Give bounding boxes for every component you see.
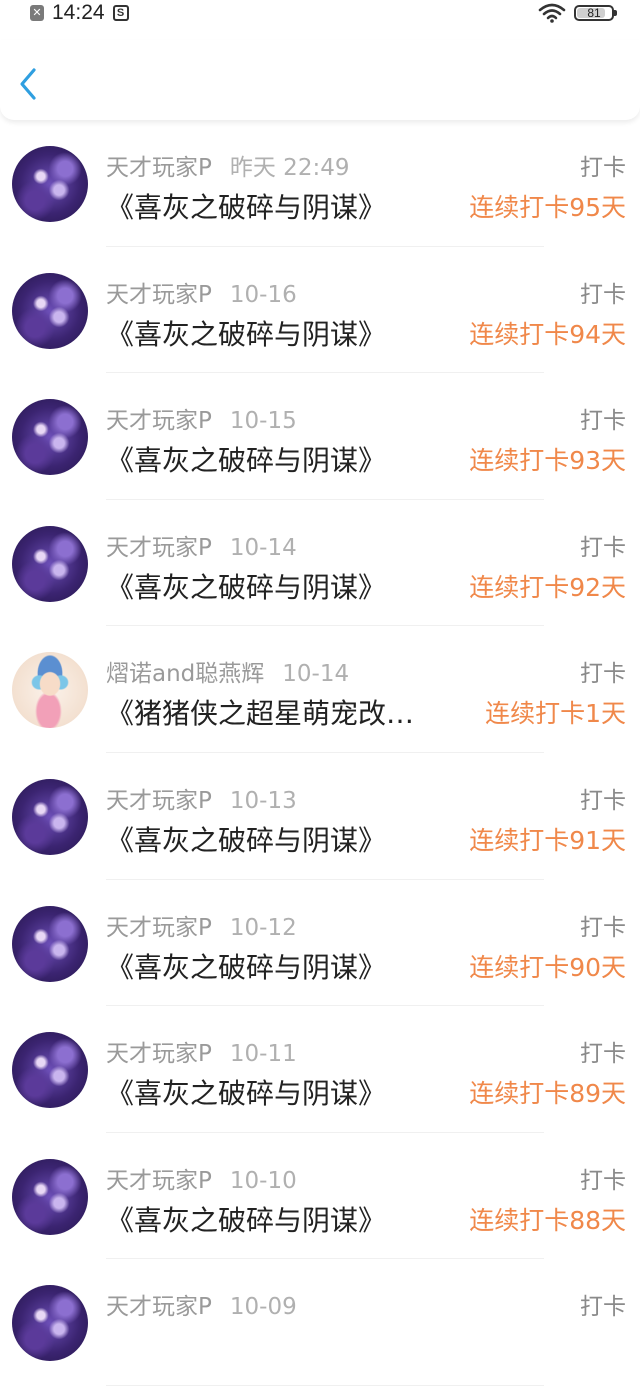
- book-title[interactable]: 《喜灰之破碎与阴谋》: [106, 439, 448, 479]
- username[interactable]: 天才玩家P: [106, 1168, 212, 1194]
- avatar[interactable]: [12, 1158, 88, 1235]
- action-label: 打卡: [580, 1294, 626, 1321]
- username[interactable]: 天才玩家P: [106, 1294, 212, 1320]
- book-title[interactable]: 《喜灰之破碎与阴谋》: [106, 1199, 448, 1239]
- status-bar: ✕ 14:24 S 81: [0, 0, 640, 28]
- top-nav-bar: [0, 40, 640, 120]
- action-label: 打卡: [580, 534, 626, 561]
- streak-count: 连续打卡89天: [469, 1079, 626, 1109]
- action-label: 打卡: [580, 914, 626, 941]
- book-title[interactable]: 《喜灰之破碎与阴谋》: [106, 313, 448, 353]
- streak-count: 连续打卡92天: [469, 572, 626, 602]
- avatar[interactable]: [12, 778, 88, 855]
- streak-count: 连续打卡90天: [469, 952, 626, 982]
- streak-count: 连续打卡88天: [469, 1205, 626, 1235]
- status-bar-right: 81: [538, 2, 617, 24]
- username[interactable]: 天才玩家P: [106, 282, 212, 308]
- action-label: 打卡: [580, 1167, 626, 1194]
- username[interactable]: 天才玩家P: [106, 915, 212, 941]
- feed-item[interactable]: 天才玩家P 10-14 打卡《喜灰之破碎与阴谋》 连续打卡92天: [0, 500, 640, 627]
- checkin-feed: 天才玩家P 昨天 22:49 打卡 《喜灰之破碎与阴谋》 连续打卡95天 天才玩家P 10-…: [0, 120, 640, 1386]
- post-time: 10-12: [229, 914, 297, 941]
- action-label: 打卡: [580, 1041, 626, 1068]
- status-time: 14:24: [52, 1, 105, 24]
- username-line: 天才玩家P 10-10: [106, 1161, 297, 1195]
- post-time: 10-14: [229, 534, 297, 561]
- feed-item[interactable]: 熠诺and聪燕辉 10-14 打卡《猪猪侠之超星萌宠改… 连续打卡1天: [0, 626, 640, 753]
- post-time: 10-10: [229, 1167, 297, 1194]
- battery-level: 81: [587, 6, 601, 20]
- username-line: 天才玩家P 昨天 22:49: [106, 148, 349, 182]
- post-time: 10-09: [229, 1294, 297, 1321]
- username-line: 天才玩家P 10-16: [106, 275, 297, 309]
- feed-item[interactable]: 天才玩家P 10-15 打卡《喜灰之破碎与阴谋》 连续打卡93天: [0, 373, 640, 500]
- username[interactable]: 熠诺and聪燕辉: [106, 661, 264, 687]
- book-title[interactable]: 《喜灰之破碎与阴谋》: [106, 946, 448, 986]
- chevron-left-icon[interactable]: [16, 66, 40, 102]
- action-label: 打卡: [580, 408, 626, 435]
- avatar[interactable]: [12, 1032, 88, 1109]
- book-title[interactable]: 《喜灰之破碎与阴谋》: [106, 566, 448, 606]
- username[interactable]: 天才玩家P: [106, 408, 212, 434]
- streak-count: 连续打卡95天: [469, 193, 626, 222]
- avatar[interactable]: [12, 146, 88, 222]
- post-time: 10-13: [229, 787, 297, 814]
- post-time: 10-11: [229, 1041, 297, 1068]
- status-bar-left: ✕ 14:24 S: [30, 1, 129, 24]
- book-title[interactable]: 《喜灰之破碎与阴谋》: [106, 819, 448, 859]
- action-label: 打卡: [580, 281, 626, 308]
- book-title[interactable]: 《猪猪侠之超星萌宠改…: [106, 692, 448, 732]
- s-box-icon: S: [112, 5, 129, 21]
- feed-item[interactable]: 天才玩家P 10-12 打卡《喜灰之破碎与阴谋》 连续打卡90天: [0, 880, 640, 1007]
- avatar[interactable]: [12, 652, 88, 729]
- feed-item[interactable]: 天才玩家P 10-16 打卡《喜灰之破碎与阴谋》 连续打卡94天: [0, 247, 640, 374]
- book-title[interactable]: 《喜灰之破碎与阴谋》: [106, 186, 448, 226]
- streak-count: 连续打卡91天: [469, 825, 626, 855]
- feed-item[interactable]: 天才玩家P 10-09 打卡: [0, 1259, 640, 1386]
- post-time: 10-14: [282, 661, 350, 688]
- username-line: 天才玩家P 10-15: [106, 401, 297, 435]
- streak-count: 连续打卡93天: [469, 446, 626, 476]
- streak-count: 连续打卡1天: [485, 699, 626, 729]
- avatar[interactable]: [12, 1285, 88, 1362]
- avatar[interactable]: [12, 905, 88, 982]
- username-line: 天才玩家P 10-09: [106, 1287, 297, 1321]
- username-line: 天才玩家P 10-11: [106, 1034, 297, 1068]
- action-label: 打卡: [580, 155, 626, 181]
- book-title[interactable]: 《喜灰之破碎与阴谋》: [106, 1072, 448, 1112]
- username[interactable]: 天才玩家P: [106, 535, 212, 561]
- battery-icon: 81: [574, 5, 617, 21]
- username[interactable]: 天才玩家P: [106, 1041, 212, 1067]
- close-box-icon: ✕: [30, 5, 44, 21]
- avatar[interactable]: [12, 525, 88, 602]
- action-label: 打卡: [580, 661, 626, 688]
- feed-item[interactable]: 天才玩家P 10-10 打卡《喜灰之破碎与阴谋》 连续打卡88天: [0, 1133, 640, 1260]
- post-time: 10-16: [229, 281, 297, 308]
- username-line: 天才玩家P 10-13: [106, 781, 297, 815]
- username[interactable]: 天才玩家P: [106, 155, 212, 181]
- wifi-icon: [538, 3, 566, 23]
- action-label: 打卡: [580, 787, 626, 814]
- streak-count: 连续打卡94天: [469, 319, 626, 349]
- feed-item[interactable]: 天才玩家P 昨天 22:49 打卡《喜灰之破碎与阴谋》 连续打卡95天: [0, 120, 640, 247]
- post-time: 10-15: [229, 408, 297, 435]
- avatar[interactable]: [12, 272, 88, 349]
- post-time: 昨天 22:49: [229, 155, 350, 181]
- username[interactable]: 天才玩家P: [106, 788, 212, 814]
- feed-item[interactable]: 天才玩家P 10-13 打卡《喜灰之破碎与阴谋》 连续打卡91天: [0, 753, 640, 880]
- avatar[interactable]: [12, 399, 88, 476]
- feed-item[interactable]: 天才玩家P 10-11 打卡《喜灰之破碎与阴谋》 连续打卡89天: [0, 1006, 640, 1133]
- username-line: 天才玩家P 10-14: [106, 528, 297, 562]
- username-line: 天才玩家P 10-12: [106, 908, 297, 942]
- username-line: 熠诺and聪燕辉 10-14: [106, 654, 349, 688]
